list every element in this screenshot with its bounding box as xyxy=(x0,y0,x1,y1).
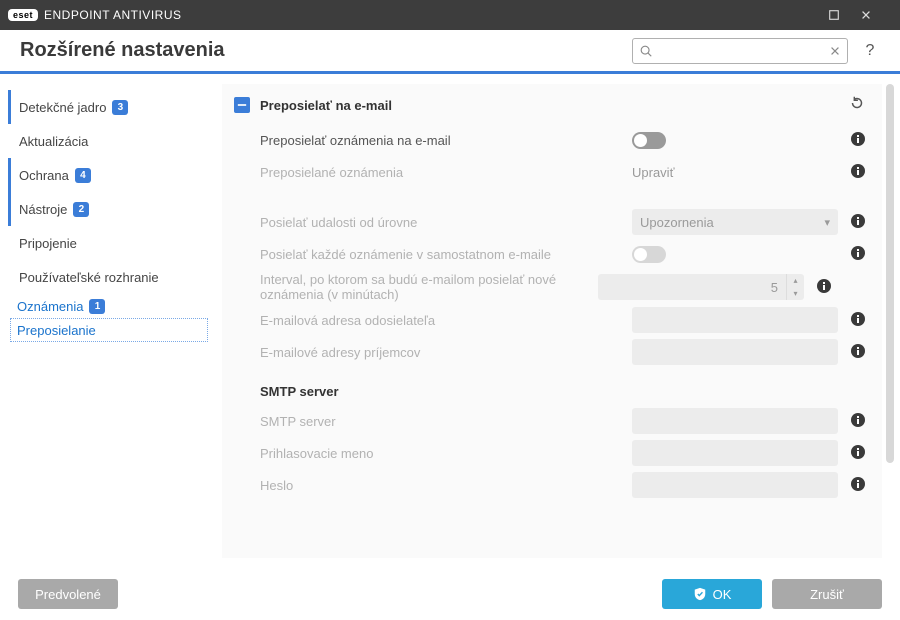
row-forward-notifications: Preposielať oznámenia na e-mail xyxy=(230,124,874,156)
input-smtp-password xyxy=(632,472,838,498)
brand-badge: eset xyxy=(8,9,38,21)
search-icon xyxy=(639,44,653,58)
row-interval: Interval, po ktorom sa budú e-mailom pos… xyxy=(230,270,874,304)
sidebar-item-label: Aktualizácia xyxy=(19,134,88,149)
sidebar-item-pouzivatelske-rozhranie[interactable]: Používateľské rozhranie xyxy=(8,260,208,294)
row-label: E-mailové adresy príjemcov xyxy=(260,345,624,360)
section-title: Preposielať na e-mail xyxy=(260,98,838,113)
scrollbar-thumb[interactable] xyxy=(886,84,894,463)
section-reset-button[interactable] xyxy=(848,94,870,116)
row-label: Interval, po ktorom sa budú e-mailom pos… xyxy=(260,272,590,302)
cancel-button[interactable]: Zrušiť xyxy=(772,579,882,609)
scrollbar[interactable] xyxy=(886,84,894,558)
product-name: ENDPOINT ANTIVIRUS xyxy=(44,8,181,22)
ok-button[interactable]: OK xyxy=(662,579,762,609)
row-label: Preposielať oznámenia na e-mail xyxy=(260,133,624,148)
settings-panel: Preposielať na e-mail Preposielať oznáme… xyxy=(222,84,882,558)
row-separate-email: Posielať každé oznámenie v samostatnom e… xyxy=(230,238,874,270)
defaults-button[interactable]: Predvolené xyxy=(18,579,118,609)
sidebar-item-label: Používateľské rozhranie xyxy=(19,270,159,285)
select-event-level: Upozornenia ▾ xyxy=(632,209,838,235)
window-titlebar: eset ENDPOINT ANTIVIRUS xyxy=(0,0,900,30)
sidebar-badge: 3 xyxy=(112,100,128,115)
page-title: Rozšírené nastavenia xyxy=(20,39,620,62)
sidebar-item-ochrana[interactable]: Ochrana 4 xyxy=(8,158,208,192)
row-label: Posielať udalosti od úrovne xyxy=(260,215,624,230)
toggle-forward-notifications[interactable] xyxy=(632,132,666,149)
row-send-from-level: Posielať udalosti od úrovne Upozornenia … xyxy=(230,206,874,238)
sidebar-item-label: Nástroje xyxy=(19,202,67,217)
sidebar-item-pripojenie[interactable]: Pripojenie xyxy=(8,226,208,260)
select-value: Upozornenia xyxy=(640,215,714,230)
ok-label: OK xyxy=(713,587,732,602)
chevron-down-icon: ▾ xyxy=(824,216,830,229)
help-button[interactable]: ? xyxy=(860,42,880,60)
row-sender-address: E-mailová adresa odosielateľa xyxy=(230,304,874,336)
row-forwarded-notifications: Preposielané oznámenia Upraviť xyxy=(230,156,874,188)
input-recipient-addresses xyxy=(632,339,838,365)
row-label: Posielať každé oznámenie v samostatnom e… xyxy=(260,247,624,262)
row-smtp-password: Heslo xyxy=(230,469,874,501)
window-close-button[interactable] xyxy=(860,9,892,21)
row-smtp-server: SMTP server xyxy=(230,405,874,437)
row-label: Heslo xyxy=(260,478,624,493)
search-input[interactable] xyxy=(659,43,823,59)
stepper-down-icon: ▾ xyxy=(787,287,804,300)
info-icon[interactable] xyxy=(850,343,866,359)
sidebar-badge: 1 xyxy=(89,299,105,314)
number-interval: 5 ▴ ▾ xyxy=(598,274,804,300)
brand: eset ENDPOINT ANTIVIRUS xyxy=(8,8,181,22)
sidebar-item-detekcne-jadro[interactable]: Detekčné jadro 3 xyxy=(8,90,208,124)
sidebar-subitem-preposielanie[interactable]: Preposielanie xyxy=(10,318,208,342)
row-smtp-username: Prihlasovacie meno xyxy=(230,437,874,469)
sidebar-item-label: Detekčné jadro xyxy=(19,100,106,115)
edit-notifications-link: Upraviť xyxy=(632,165,674,180)
info-icon[interactable] xyxy=(816,278,832,294)
sidebar-subitem-label: Oznámenia xyxy=(17,299,83,314)
search-box[interactable] xyxy=(632,38,848,64)
input-smtp-username xyxy=(632,440,838,466)
info-icon[interactable] xyxy=(850,213,866,229)
row-label: Preposielané oznámenia xyxy=(260,165,624,180)
sidebar-subitem-label: Preposielanie xyxy=(17,323,96,338)
number-value: 5 xyxy=(598,280,786,295)
stepper-up-icon: ▴ xyxy=(787,274,804,287)
shield-icon xyxy=(693,587,707,601)
row-label: Prihlasovacie meno xyxy=(260,446,624,461)
row-label: E-mailová adresa odosielateľa xyxy=(260,313,624,328)
row-label: SMTP server xyxy=(260,414,624,429)
input-smtp-server xyxy=(632,408,838,434)
smtp-section-title: SMTP server xyxy=(230,368,874,405)
sidebar: Detekčné jadro 3 Aktualizácia Ochrana 4 … xyxy=(0,74,216,568)
info-icon[interactable] xyxy=(850,476,866,492)
info-icon[interactable] xyxy=(850,131,866,147)
toggle-separate-email xyxy=(632,246,666,263)
window-maximize-button[interactable] xyxy=(828,9,860,21)
info-icon[interactable] xyxy=(850,444,866,460)
info-icon[interactable] xyxy=(850,245,866,261)
section-collapse-button[interactable] xyxy=(234,97,250,113)
page-header: Rozšírené nastavenia ? xyxy=(0,30,900,74)
info-icon[interactable] xyxy=(850,311,866,327)
info-icon[interactable] xyxy=(850,412,866,428)
sidebar-item-label: Pripojenie xyxy=(19,236,77,251)
row-recipient-addresses: E-mailové adresy príjemcov xyxy=(230,336,874,368)
sidebar-item-aktualizacia[interactable]: Aktualizácia xyxy=(8,124,208,158)
sidebar-badge: 4 xyxy=(75,168,91,183)
clear-search-icon[interactable] xyxy=(829,45,841,57)
info-icon[interactable] xyxy=(850,163,866,179)
sidebar-item-label: Ochrana xyxy=(19,168,69,183)
input-sender-address xyxy=(632,307,838,333)
sidebar-item-nastroje[interactable]: Nástroje 2 xyxy=(8,192,208,226)
sidebar-subitem-oznamenia[interactable]: Oznámenia 1 xyxy=(10,294,208,318)
footer: Predvolené OK Zrušiť xyxy=(0,568,900,620)
sidebar-badge: 2 xyxy=(73,202,89,217)
